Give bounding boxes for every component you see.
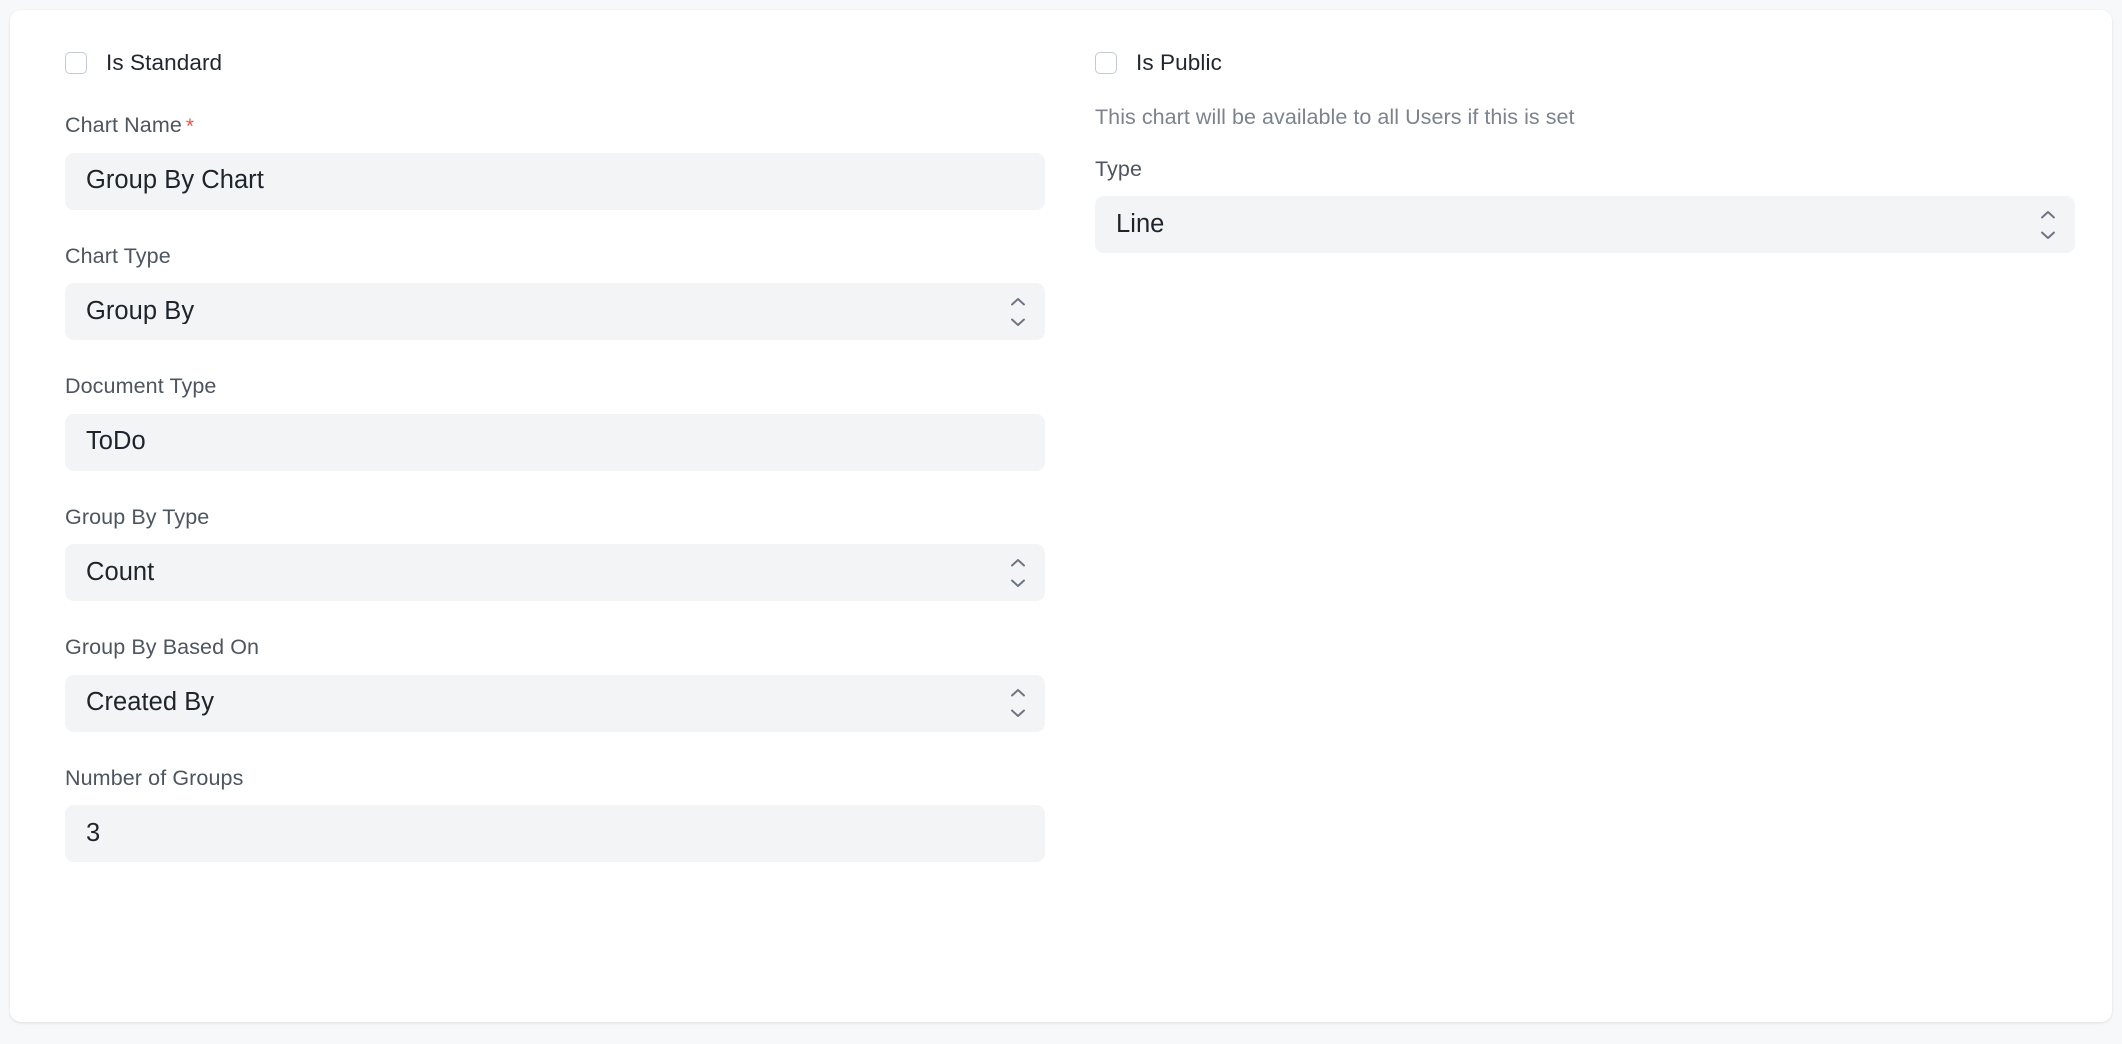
form-grid: Is Standard Chart Name * Group By Chart C… xyxy=(10,10,2112,1022)
field-label-group-by-type: Group By Type xyxy=(65,504,210,529)
type-value: Line xyxy=(1116,212,1165,238)
is-public-label: Is Public xyxy=(1136,49,1222,75)
type-select[interactable]: Line xyxy=(1095,196,2075,254)
field-chart-type: Chart Type Group By xyxy=(65,243,1050,340)
document-type-value: ToDo xyxy=(86,429,146,455)
chevron-up-down-icon xyxy=(2039,210,2057,240)
number-of-groups-value: 3 xyxy=(86,820,101,847)
field-label-document-type: Document Type xyxy=(65,374,217,398)
field-label-group-by-based-on: Group By Based On xyxy=(65,635,260,659)
checkbox-unchecked-icon[interactable] xyxy=(1095,52,1117,74)
chart-name-input[interactable]: Group By Chart xyxy=(65,152,1045,210)
is-standard-checkbox-row[interactable]: Is Standard xyxy=(65,44,1050,82)
checkbox-unchecked-icon[interactable] xyxy=(65,52,87,74)
field-label-chart-name-text: Chart Name xyxy=(65,113,182,137)
field-label-type: Type xyxy=(1095,156,1143,181)
required-asterisk-icon: * xyxy=(185,115,195,138)
field-document-type: Document Type ToDo xyxy=(65,374,1050,471)
group-by-based-on-select[interactable]: Created By xyxy=(65,674,1045,732)
group-by-type-value: Count xyxy=(86,559,155,586)
chart-form-card: Is Standard Chart Name * Group By Chart C… xyxy=(10,10,2112,1022)
form-right-column: Is Public This chart will be available t… xyxy=(1095,40,2080,254)
chart-type-value: Group By xyxy=(86,298,195,325)
group-by-type-select[interactable]: Count xyxy=(65,544,1045,601)
field-number-of-groups: Number of Groups 3 xyxy=(65,765,1050,862)
chart-name-value: Group By Chart xyxy=(86,168,264,194)
chart-type-select[interactable]: Group By xyxy=(65,283,1045,340)
field-chart-name: Chart Name * Group By Chart xyxy=(65,113,1050,210)
is-public-help-text: This chart will be available to all User… xyxy=(1095,105,1575,129)
document-type-input[interactable]: ToDo xyxy=(65,413,1045,471)
field-group-by-based-on: Group By Based On Created By xyxy=(65,635,1050,732)
page-root: Is Standard Chart Name * Group By Chart C… xyxy=(0,0,2122,1044)
field-type: Type Line xyxy=(1095,156,2080,254)
is-standard-label: Is Standard xyxy=(106,49,223,75)
chevron-up-down-icon xyxy=(1009,297,1027,327)
field-group-by-type: Group By Type Count xyxy=(65,504,1050,601)
chevron-up-down-icon xyxy=(1009,558,1027,588)
group-by-based-on-value: Created By xyxy=(86,690,215,716)
is-public-checkbox-row[interactable]: Is Public xyxy=(1095,44,2080,82)
field-label-number-of-groups: Number of Groups xyxy=(65,765,244,790)
chevron-up-down-icon xyxy=(1009,688,1027,718)
field-label-chart-name: Chart Name * xyxy=(65,113,1050,138)
form-left-column: Is Standard Chart Name * Group By Chart C… xyxy=(65,40,1050,862)
field-label-chart-type: Chart Type xyxy=(65,243,171,268)
number-of-groups-input[interactable]: 3 xyxy=(65,805,1045,862)
